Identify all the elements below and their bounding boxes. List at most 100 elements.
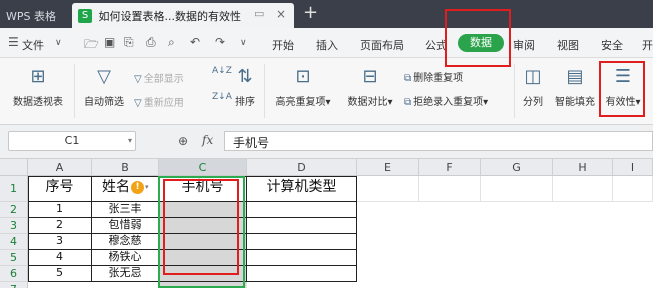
cell-a1[interactable]: 序号 [28,176,92,202]
cell-d5[interactable] [247,250,357,266]
column-header-f[interactable]: F [419,159,481,176]
select-all-corner[interactable] [0,159,28,176]
menu-icon[interactable]: ☰ [8,35,19,49]
sort-button[interactable]: ⇅ 排序 [230,66,260,108]
tab-data[interactable]: 数据 [458,34,504,52]
smart-fill-button[interactable]: ▤ 智能填充 [550,66,600,108]
close-icon[interactable]: × [276,7,286,21]
spreadsheet-icon: S [78,9,92,23]
ribbon: ⊞ 数据透视表 ▽ 自动筛选 ▽ 全部显示 ▽ 重新应用 A↓Z Z↓A ⇅ 排序 … [0,58,653,125]
cell-b5[interactable]: 杨铁心 [92,250,159,266]
chevron-down-icon[interactable]: ▾ [128,136,132,145]
export-icon[interactable]: ⎘ [124,35,134,50]
warning-icon[interactable]: ! [131,181,144,194]
redo-icon[interactable]: ↷ [215,35,225,49]
row-header-2[interactable]: 2 [0,202,28,218]
cell-d1[interactable]: 计算机类型 [247,176,357,202]
cell-f1[interactable] [419,176,481,202]
cell-a3[interactable]: 2 [28,218,92,234]
data-validity-button[interactable]: ☰ 有效性▾ [602,66,644,108]
new-tab-button[interactable]: + [303,2,318,23]
cell-b2[interactable]: 张三丰 [92,202,159,218]
sort-ascending-button[interactable]: A↓Z [212,66,232,76]
cell-d6[interactable] [247,266,357,282]
column-header-b[interactable]: B [92,159,159,176]
remove-duplicates-icon: ⧉ [404,73,412,84]
column-header-h[interactable]: H [553,159,613,176]
cell-h1[interactable] [553,176,613,202]
tab-home[interactable]: 开始 [272,37,294,53]
quick-access-chevron-icon[interactable]: ∨ [240,38,247,48]
reject-duplicates-button[interactable]: ⧉ 拒绝录入重复项▾ [404,93,488,108]
cell-b6[interactable]: 张无忌 [92,266,159,282]
tab-review[interactable]: 审阅 [513,37,535,53]
chevron-down-icon[interactable]: ∨ [55,38,62,48]
column-header-a[interactable]: A [28,159,92,176]
column-header-d[interactable]: D [247,159,357,176]
cell-a6[interactable]: 5 [28,266,92,282]
cell-c6[interactable] [159,266,247,282]
open-folder-icon[interactable]: 🗁 [84,35,99,56]
cell-a4[interactable]: 3 [28,234,92,250]
document-tab[interactable]: S 如何设置表格...数据的有效性 ▭ × [72,3,294,28]
search-icon[interactable]: ⊕ [178,134,188,148]
cell-b3[interactable]: 包惜弱 [92,218,159,234]
undo-icon[interactable]: ↶ [190,35,200,49]
cell-e1[interactable] [357,176,419,202]
tab-dev[interactable]: 开 [642,37,653,53]
print-icon[interactable]: ⎙ [146,35,156,50]
column-header-c[interactable]: C [159,159,247,176]
function-icon[interactable]: fx [202,133,213,147]
name-box[interactable]: C1 [8,131,136,151]
chevron-down-icon: ▾ [483,97,489,108]
cell-c7[interactable] [159,282,247,288]
tab-formula[interactable]: 公式 [425,37,447,53]
cell-c2[interactable] [159,202,247,218]
file-menu[interactable]: 文件 [22,37,44,53]
row-header-7[interactable]: 7 [0,282,28,288]
cell-d4[interactable] [247,234,357,250]
sort-descending-button[interactable]: Z↓A [212,92,232,102]
tab-insert[interactable]: 插入 [316,37,338,53]
tab-page-layout[interactable]: 页面布局 [360,37,404,53]
cell-a2[interactable]: 1 [28,202,92,218]
row-header-5[interactable]: 5 [0,250,28,266]
data-compare-label: 数据对比▾ [347,97,393,108]
cell-d3[interactable] [247,218,357,234]
column-header-g[interactable]: G [481,159,553,176]
pivot-table-button[interactable]: ⊞ 数据透视表 [8,66,68,108]
app-tab[interactable]: WPS 表格 [0,0,70,28]
data-compare-icon: ⊟ [362,66,378,87]
row-header-1[interactable]: 1 [0,176,28,202]
formula-input[interactable]: 手机号 [224,131,653,151]
split-column-button[interactable]: ◫ 分列 [518,66,548,108]
data-compare-button[interactable]: ⊟ 数据对比▾ [340,66,400,108]
sort-label: 排序 [235,97,255,108]
show-all-button[interactable]: ▽ 全部显示 [134,70,184,85]
cell-d2[interactable] [247,202,357,218]
cell-c3[interactable] [159,218,247,234]
save-icon[interactable]: ▣ [104,35,115,49]
row-header-4[interactable]: 4 [0,234,28,250]
cell-g1[interactable] [481,176,553,202]
column-header-i[interactable]: I [613,159,653,176]
remove-duplicates-button[interactable]: ⧉ 删除重复项 [404,69,463,84]
cell-c4[interactable] [159,234,247,250]
row-header-6[interactable]: 6 [0,266,28,282]
reapply-label: 重新应用 [143,98,184,109]
monitor-icon[interactable]: ▭ [254,7,264,20]
reapply-button[interactable]: ▽ 重新应用 [134,94,184,109]
cell-c1[interactable]: 手机号 [159,176,247,202]
cell-b4[interactable]: 穆念慈 [92,234,159,250]
row-header-3[interactable]: 3 [0,218,28,234]
tab-security[interactable]: 安全 [601,37,623,53]
highlight-duplicates-button[interactable]: ⊡ 高亮重复项▾ [268,66,338,108]
preview-icon[interactable]: ⌕ [168,35,175,50]
chevron-down-icon[interactable]: ▾ [145,183,149,191]
cell-a5[interactable]: 4 [28,250,92,266]
column-header-e[interactable]: E [357,159,419,176]
autofilter-button[interactable]: ▽ 自动筛选 [78,66,130,108]
cell-c5[interactable] [159,250,247,266]
tab-view[interactable]: 视图 [557,37,579,53]
cell-i1[interactable] [613,176,653,202]
